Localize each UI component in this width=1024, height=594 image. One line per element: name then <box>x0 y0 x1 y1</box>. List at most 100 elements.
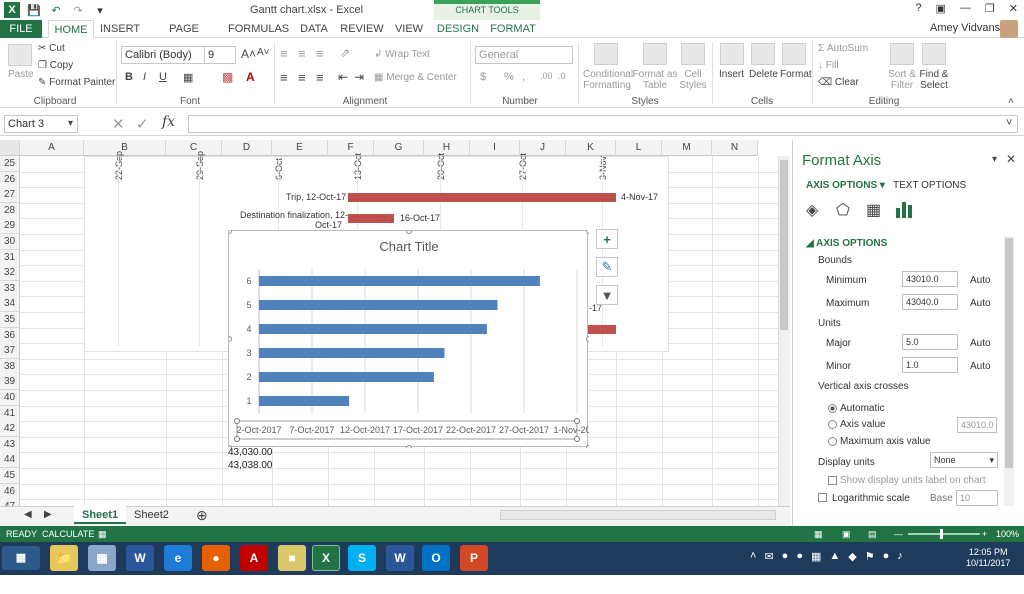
zoom-slider-thumb[interactable] <box>940 529 943 539</box>
find-select-icon[interactable] <box>922 43 946 65</box>
shrink-font-icon[interactable]: A˅ <box>257 47 270 58</box>
word-icon[interactable]: W <box>126 545 154 571</box>
decrease-decimal-icon[interactable]: .0 <box>558 71 566 81</box>
increase-indent-icon[interactable]: ⇥ <box>354 70 364 84</box>
align-center-icon[interactable]: ≡ <box>298 70 306 85</box>
redo-icon[interactable]: ↷ <box>70 2 86 18</box>
row-header-26[interactable]: 26 <box>0 171 20 188</box>
user-name[interactable]: Amey Vidvans <box>930 22 1000 34</box>
automatic-radio[interactable] <box>828 404 837 413</box>
row-header-33[interactable]: 33 <box>0 280 20 297</box>
file-explorer-icon[interactable]: 📁 <box>50 545 78 571</box>
avatar[interactable] <box>1000 20 1018 38</box>
page-layout-view-icon[interactable]: ▣ <box>842 526 851 542</box>
currency-button[interactable]: $ <box>480 71 486 83</box>
tab-file[interactable]: FILE <box>0 20 42 38</box>
row-header-43[interactable]: 43 <box>0 436 20 453</box>
align-middle-icon[interactable]: ≡ <box>298 46 306 61</box>
tab-insert[interactable]: INSERT <box>100 20 140 38</box>
decrease-indent-icon[interactable]: ⇤ <box>338 70 348 84</box>
row-header-40[interactable]: 40 <box>0 390 20 406</box>
column-header-e[interactable]: E <box>272 140 328 156</box>
major-auto-button[interactable]: Auto <box>970 338 991 349</box>
row-header-38[interactable]: 38 <box>0 358 20 375</box>
column-header-i[interactable]: I <box>470 140 520 156</box>
axis-value-radio[interactable] <box>828 420 837 429</box>
internet-explorer-icon[interactable]: e <box>164 545 192 571</box>
new-sheet-icon[interactable]: ⊕ <box>196 507 208 524</box>
undo-icon[interactable]: ↶ <box>48 2 64 18</box>
tray-network-icon[interactable]: ▦ <box>811 550 821 563</box>
align-top-icon[interactable]: ≡ <box>280 46 288 61</box>
tray-security-icon[interactable]: ▲ <box>829 550 840 563</box>
tab-review[interactable]: REVIEW <box>340 20 384 38</box>
minimum-input[interactable]: 43010.0 <box>902 271 958 287</box>
format-button[interactable]: Format <box>780 69 812 80</box>
row-header-29[interactable]: 29 <box>0 218 20 235</box>
word-taskbar-icon[interactable]: W <box>386 545 414 571</box>
tab-text-options[interactable]: TEXT OPTIONS <box>893 180 966 191</box>
column-header-d[interactable]: D <box>222 140 272 156</box>
grow-font-icon[interactable]: A˄ <box>241 47 256 61</box>
cell-d45[interactable]: 43,038.00 <box>228 460 273 471</box>
cancel-icon[interactable]: ✕ <box>112 115 125 133</box>
row-header-28[interactable]: 28 <box>0 202 20 219</box>
format-as-table-button[interactable]: Format as Table <box>632 69 678 91</box>
display-units-select[interactable]: None ▾ <box>930 452 998 468</box>
column-header-m[interactable]: M <box>662 140 712 156</box>
column-header-h[interactable]: H <box>424 140 470 156</box>
cell-d44[interactable]: 43,030.00 <box>228 447 273 458</box>
tab-data[interactable]: DATA <box>296 20 332 38</box>
align-bottom-icon[interactable]: ≡ <box>316 46 324 61</box>
start-button[interactable]: ▦ Start <box>2 546 40 588</box>
row-header-39[interactable]: 39 <box>0 374 20 391</box>
row-header-44[interactable]: 44 <box>0 452 20 469</box>
clock[interactable]: 12:05 PM 10/11/2017 <box>966 547 1010 569</box>
comma-button[interactable]: , <box>522 71 525 83</box>
tray-mail-icon[interactable]: ✉ <box>764 550 773 563</box>
cell-styles-button[interactable]: Cell Styles <box>678 69 708 91</box>
tray-power-icon[interactable]: ● <box>883 550 890 563</box>
wrap-text-button[interactable]: ↲ Wrap Text <box>374 49 430 60</box>
format-as-table-icon[interactable] <box>643 43 667 65</box>
tab-axis-options[interactable]: AXIS OPTIONS ▾ <box>806 180 885 191</box>
minor-auto-button[interactable]: Auto <box>970 361 991 372</box>
chart-elements-button[interactable]: + <box>596 229 618 249</box>
macro-icon[interactable]: ▦ <box>98 526 107 542</box>
vertical-scroll-thumb[interactable] <box>780 160 788 330</box>
cell-styles-icon[interactable] <box>681 43 705 65</box>
save-icon[interactable]: 💾 <box>26 2 42 18</box>
underline-button[interactable]: U <box>159 71 167 83</box>
maximum-input[interactable]: 43040.0 <box>902 294 958 310</box>
base-input[interactable]: 10 <box>956 490 998 506</box>
row-header-31[interactable]: 31 <box>0 249 20 266</box>
status-calculate[interactable]: CALCULATE <box>42 526 94 542</box>
format-painter-button[interactable]: ✎ Format Painter <box>38 77 115 88</box>
collapse-ribbon-icon[interactable]: ˄ <box>1008 96 1014 107</box>
acrobat-icon[interactable]: A <box>240 545 268 571</box>
copy-button[interactable]: ❐ Copy <box>38 60 73 71</box>
name-box-dropdown-icon[interactable]: ▾ <box>68 118 73 129</box>
tab-page-layout[interactable]: PAGE LAYOUT <box>148 20 220 53</box>
conditional-formatting-icon[interactable] <box>594 43 618 65</box>
tab-format[interactable]: FORMAT <box>488 20 538 38</box>
column-header-f[interactable]: F <box>328 140 374 156</box>
fill-line-icon[interactable]: ◈ <box>806 200 818 220</box>
maximum-axis-radio[interactable] <box>828 437 837 446</box>
row-header-36[interactable]: 36 <box>0 327 20 344</box>
column-header-l[interactable]: L <box>616 140 662 156</box>
help-icon[interactable]: ? <box>915 2 921 15</box>
fill-color-icon[interactable]: ▩ <box>222 70 233 84</box>
conditional-formatting-button[interactable]: Conditional Formatting <box>583 69 633 91</box>
outlook-icon[interactable]: O <box>422 545 450 571</box>
panel-options-icon[interactable]: ▾ <box>992 154 997 165</box>
minimize-icon[interactable]: — <box>960 2 971 15</box>
tab-view[interactable]: VIEW <box>392 20 426 38</box>
row-header-32[interactable]: 32 <box>0 265 20 282</box>
sheet-tab-sheet2[interactable]: Sheet2 <box>126 506 177 524</box>
italic-button[interactable]: I <box>143 71 146 83</box>
zoom-out-icon[interactable]: — <box>894 526 903 542</box>
align-right-icon[interactable]: ≡ <box>316 70 324 85</box>
tray-flag-icon[interactable]: ⚑ <box>865 550 875 563</box>
select-all-corner[interactable] <box>0 140 20 156</box>
